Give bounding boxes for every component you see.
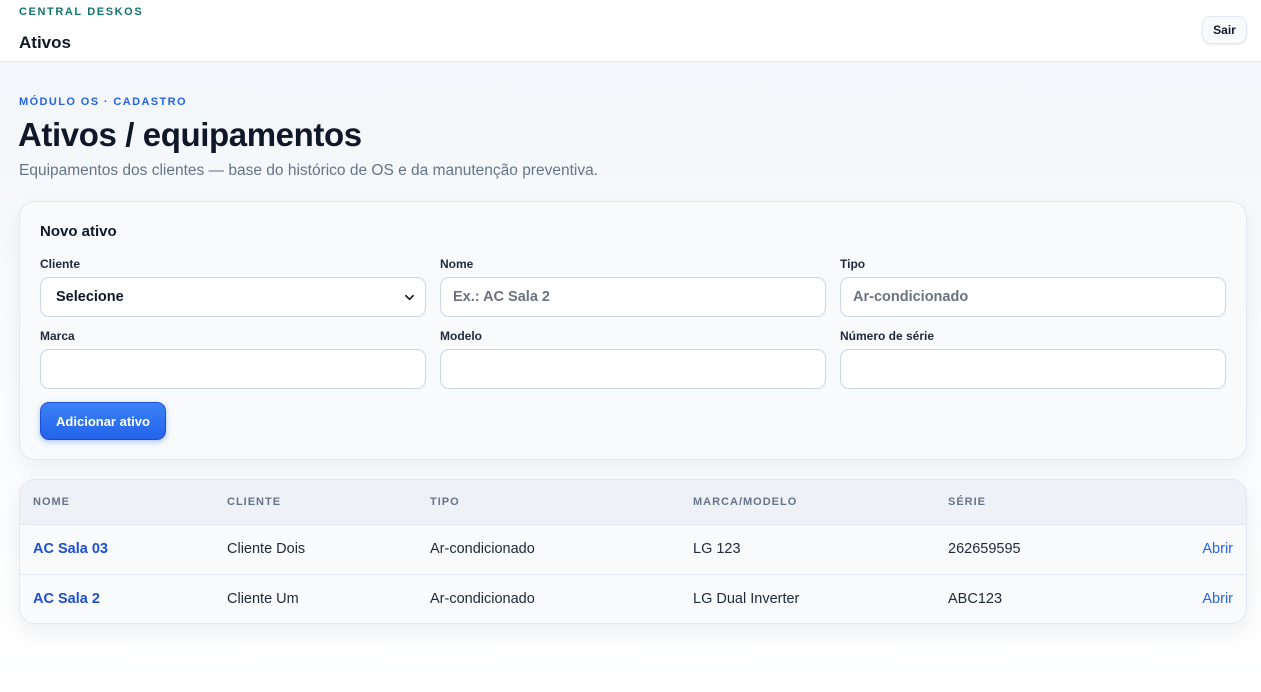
assets-table: NOME CLIENTE TIPO MARCA/MODELO SÉRIE AC … <box>19 479 1247 624</box>
column-header-serial: SÉRIE <box>948 496 987 508</box>
client-select-value: Selecione <box>56 289 124 305</box>
client-label: Cliente <box>40 257 81 271</box>
asset-serial: ABC123 <box>948 591 1003 607</box>
open-asset-link[interactable]: Abrir <box>1202 541 1233 557</box>
model-label: Modelo <box>440 329 482 343</box>
asset-name-link[interactable]: AC Sala 03 <box>33 541 108 557</box>
table-header: NOME CLIENTE TIPO MARCA/MODELO SÉRIE <box>20 480 1246 525</box>
asset-brand-model: LG 123 <box>693 541 741 557</box>
page-kicker: MÓDULO OS · CADASTRO <box>19 96 187 108</box>
asset-serial: 262659595 <box>948 541 1021 557</box>
model-input[interactable] <box>440 349 826 389</box>
column-header-brand-model: MARCA/MODELO <box>693 496 798 508</box>
page-subtitle: Equipamentos dos clientes — base do hist… <box>19 162 599 179</box>
logout-button[interactable]: Sair <box>1202 16 1247 44</box>
asset-client: Cliente Um <box>227 591 299 607</box>
asset-type: Ar-condicionado <box>430 541 535 557</box>
brand-name: CENTRAL DESKOS <box>19 6 144 18</box>
table-row: AC Sala 03 Cliente Dois Ar-condicionado … <box>20 525 1246 574</box>
asset-type: Ar-condicionado <box>430 591 535 607</box>
page-title: Ativos / equipamentos <box>18 116 362 153</box>
chevron-down-icon <box>405 294 414 300</box>
top-header: CENTRAL DESKOS Ativos Sair <box>0 0 1261 62</box>
asset-name-link[interactable]: AC Sala 2 <box>33 591 100 607</box>
new-asset-form: Novo ativo Cliente Selecione Nome Tipo M… <box>19 201 1247 460</box>
column-header-client: CLIENTE <box>227 496 282 508</box>
column-header-type: TIPO <box>430 496 460 508</box>
type-label: Tipo <box>840 257 866 271</box>
header-title: Ativos <box>19 33 71 52</box>
name-label: Nome <box>440 257 474 271</box>
form-title: Novo ativo <box>40 223 117 240</box>
serial-input[interactable] <box>840 349 1226 389</box>
brand-input[interactable] <box>40 349 426 389</box>
open-asset-link[interactable]: Abrir <box>1202 591 1233 607</box>
name-input[interactable] <box>440 277 826 317</box>
brand-label: Marca <box>40 329 75 343</box>
asset-brand-model: LG Dual Inverter <box>693 591 800 607</box>
table-row: AC Sala 2 Cliente Um Ar-condicionado LG … <box>20 574 1246 623</box>
type-input[interactable] <box>840 277 1226 317</box>
asset-client: Cliente Dois <box>227 541 306 557</box>
client-select[interactable]: Selecione <box>40 277 426 317</box>
add-asset-button[interactable]: Adicionar ativo <box>40 402 166 440</box>
serial-label: Número de série <box>840 329 935 343</box>
column-header-name: NOME <box>33 496 70 508</box>
